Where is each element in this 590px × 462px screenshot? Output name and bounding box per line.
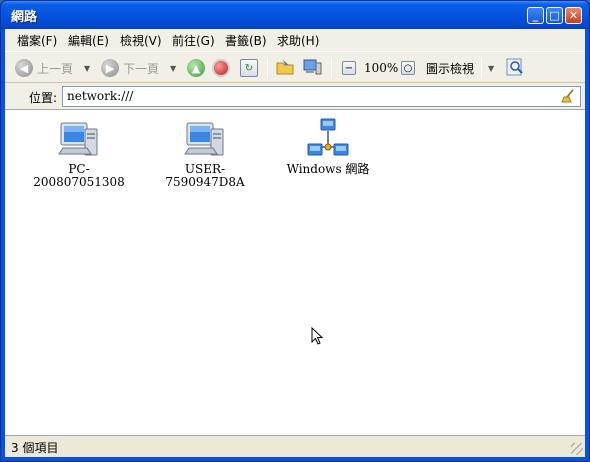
zoom-level: 100% xyxy=(364,61,399,75)
computer-icon xyxy=(302,57,322,80)
up-button[interactable]: ▲ xyxy=(187,57,205,79)
back-arrow-icon: ◀ xyxy=(15,59,33,77)
mouse-cursor-icon xyxy=(311,327,323,345)
back-history-dropdown[interactable]: ▼ xyxy=(82,57,90,79)
location-input[interactable]: network:/// xyxy=(62,86,581,107)
computer-icon xyxy=(58,122,98,156)
status-bar: 3 個項目 xyxy=(5,435,585,457)
chevron-down-icon: ▼ xyxy=(170,63,177,73)
search-icon xyxy=(505,57,525,80)
close-button[interactable]: ✕ xyxy=(565,7,582,24)
maximize-button[interactable]: □ xyxy=(546,7,563,24)
zoom-in-icon: ○ xyxy=(401,61,415,75)
menu-edit[interactable]: 編輯(E) xyxy=(68,32,109,49)
chevron-down-icon: ▼ xyxy=(488,63,495,73)
file-manager-window: 網路 _ □ ✕ 檔案(F) 編輯(E) 檢視(V) 前往(G) 書籤(B) 求… xyxy=(0,0,590,462)
menu-bar: 檔案(F) 編輯(E) 檢視(V) 前往(G) 書籤(B) 求助(H) xyxy=(5,29,585,51)
clear-location-icon[interactable] xyxy=(561,89,575,106)
home-button[interactable] xyxy=(275,57,295,79)
back-button[interactable]: ◀ 上一頁 xyxy=(15,57,73,79)
stop-button[interactable] xyxy=(212,57,230,79)
toolbar: ◀ 上一頁 ▼ ▶ 下一頁 ▼ ▲ ↻ − 100% ○ 圖示檢視 ▼ xyxy=(5,51,585,83)
window-title: 網路 xyxy=(11,10,38,25)
resize-grip[interactable] xyxy=(571,443,583,455)
view-mode-dropdown[interactable]: ▼ xyxy=(486,57,494,79)
chevron-down-icon: ▼ xyxy=(84,63,91,73)
title-bar[interactable]: 網路 _ □ ✕ xyxy=(1,1,589,29)
menu-help[interactable]: 求助(H) xyxy=(277,32,319,49)
forward-button[interactable]: ▶ 下一頁 xyxy=(101,57,159,79)
icon-view[interactable]: PC-200807051308 USER-7590947D8A Windows … xyxy=(5,110,585,435)
menu-file[interactable]: 檔案(F) xyxy=(17,32,57,49)
status-text: 3 個項目 xyxy=(11,441,59,455)
zoom-in-button[interactable]: ○ xyxy=(401,57,415,79)
view-mode-select[interactable]: 圖示檢視 xyxy=(426,57,474,79)
window-client: 檔案(F) 編輯(E) 檢視(V) 前往(G) 書籤(B) 求助(H) ◀ 上一… xyxy=(5,29,585,457)
file-item[interactable]: USER-7590947D8A xyxy=(150,117,260,189)
back-label: 上一頁 xyxy=(37,61,74,76)
toolbar-separator xyxy=(267,58,268,78)
network-icon xyxy=(307,118,349,156)
forward-history-dropdown[interactable]: ▼ xyxy=(168,57,176,79)
reload-icon: ↻ xyxy=(240,59,258,77)
computer-icon xyxy=(184,122,224,156)
forward-arrow-icon: ▶ xyxy=(101,59,119,77)
toolbar-separator xyxy=(481,58,482,78)
menu-view[interactable]: 檢視(V) xyxy=(120,32,162,49)
stop-icon xyxy=(212,59,230,77)
search-button[interactable] xyxy=(505,57,525,79)
file-item[interactable]: PC-200807051308 xyxy=(24,117,134,189)
zoom-out-icon: − xyxy=(342,61,356,75)
file-item[interactable]: Windows 網路 xyxy=(273,117,383,176)
zoom-out-button[interactable]: − xyxy=(342,57,356,79)
toolbar-separator xyxy=(331,58,332,78)
forward-label: 下一頁 xyxy=(123,61,160,76)
computer-button[interactable] xyxy=(302,57,322,79)
minimize-button[interactable]: _ xyxy=(527,7,544,24)
location-bar: 位置: network:/// xyxy=(5,83,585,110)
reload-button[interactable]: ↻ xyxy=(240,57,258,79)
menu-go[interactable]: 前往(G) xyxy=(172,32,215,49)
folder-home-icon xyxy=(275,57,295,80)
location-label: 位置: xyxy=(29,91,58,105)
menu-bookmarks[interactable]: 書籤(B) xyxy=(225,32,267,49)
up-arrow-icon: ▲ xyxy=(187,59,205,77)
